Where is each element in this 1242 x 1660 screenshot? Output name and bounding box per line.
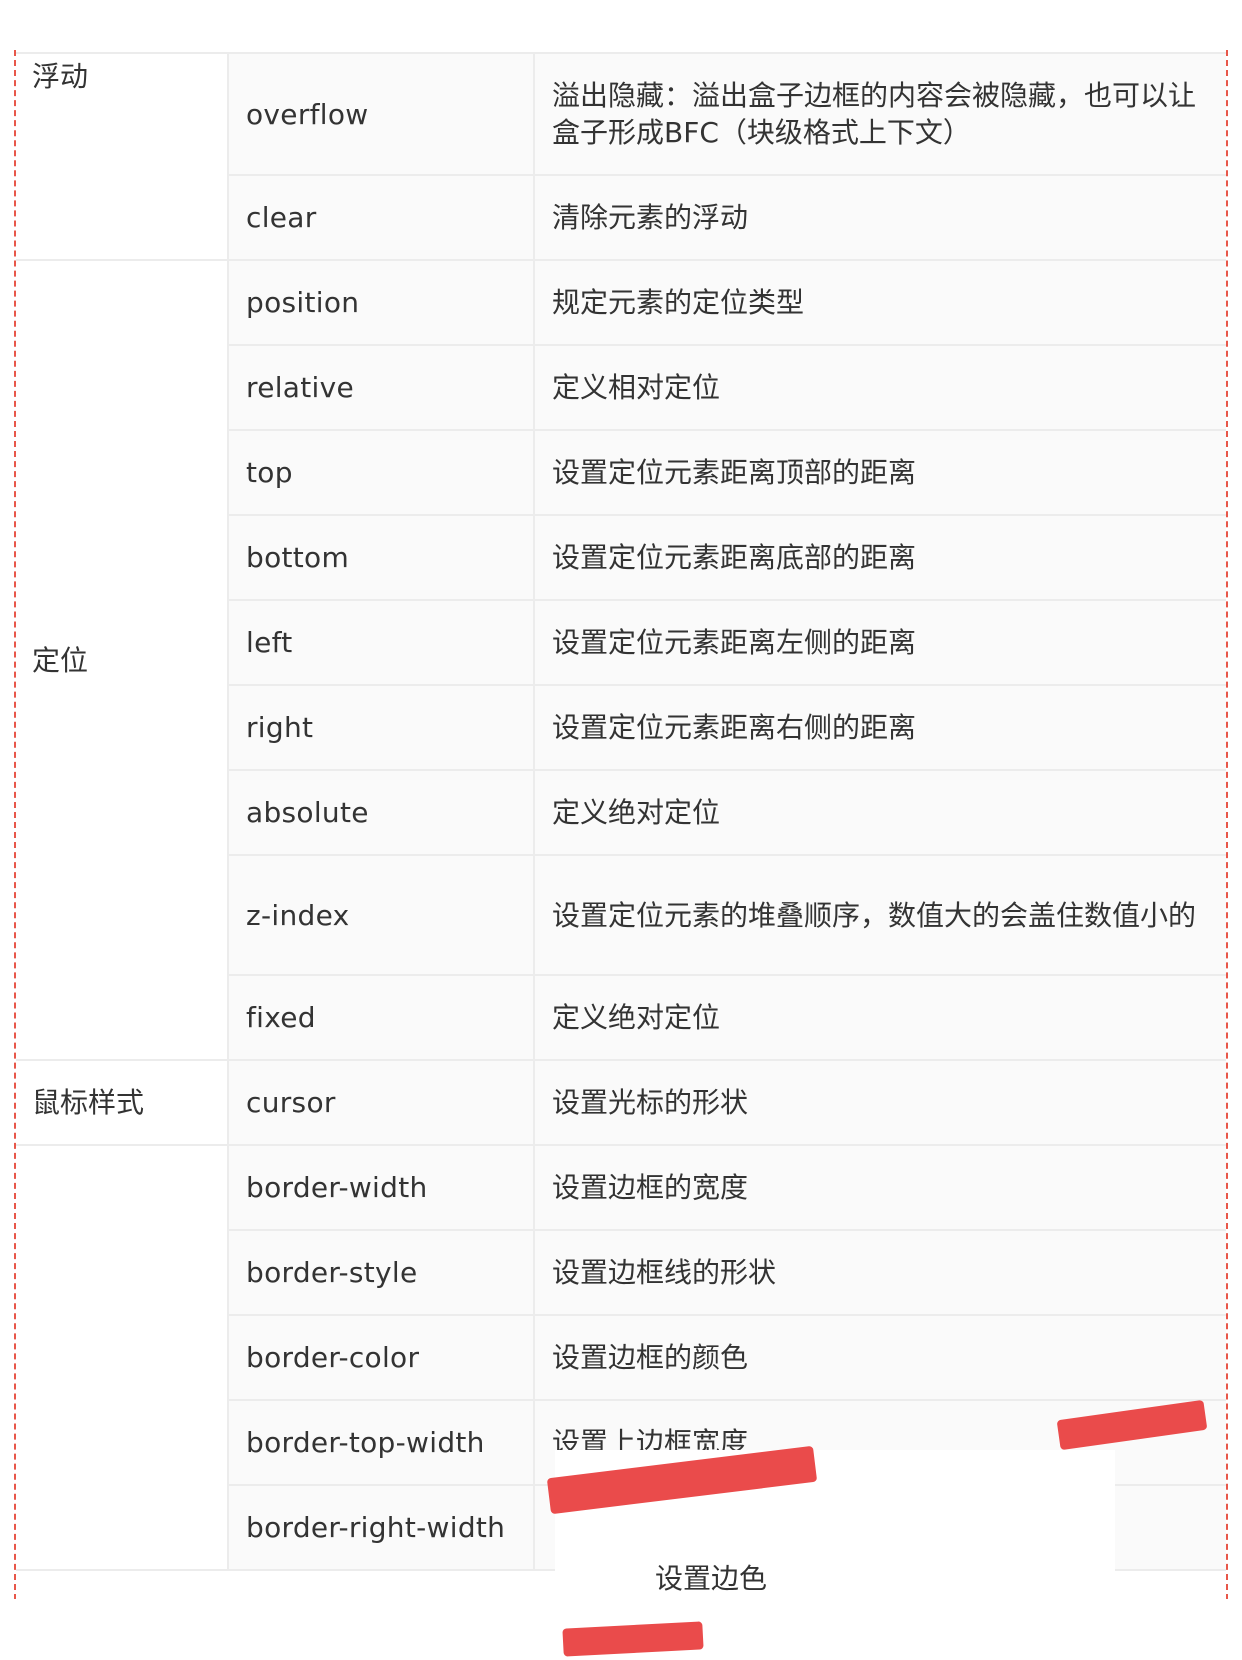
property-cell: border-top-width — [227, 1399, 535, 1486]
description-cell: 设置光标的形状 — [533, 1059, 1226, 1146]
description-cell: 设置定位元素距离右侧的距离 — [533, 684, 1226, 771]
property-cell: overflow — [227, 52, 535, 176]
description-cell: 设置边框线的形状 — [533, 1229, 1226, 1316]
property-cell: left — [227, 599, 535, 686]
right-dashed-border — [1226, 50, 1228, 1600]
table-row: 浮动 overflow 溢出隐藏：溢出盒子边框的内容会被隐藏，也可以让盒子形成B… — [16, 52, 1226, 261]
category-cell: 浮动 — [16, 52, 229, 261]
property-cell: border-color — [227, 1314, 535, 1401]
description-cell: 定义绝对定位 — [533, 769, 1226, 856]
overlay-caption: 设置边色 — [655, 1562, 768, 1595]
property-cell: absolute — [227, 769, 535, 856]
property-cell: bottom — [227, 514, 535, 601]
description-cell: 定义绝对定位 — [533, 974, 1226, 1061]
property-cell: position — [227, 259, 535, 346]
document-page: 浮动 overflow 溢出隐藏：溢出盒子边框的内容会被隐藏，也可以让盒子形成B… — [0, 0, 1242, 1660]
table-row: 定位 position 规定元素的定位类型 — [16, 259, 1226, 1061]
property-cell: top — [227, 429, 535, 516]
description-cell: 溢出隐藏：溢出盒子边框的内容会被隐藏，也可以让盒子形成BFC（块级格式上下文） — [533, 52, 1226, 176]
table-row: 鼠标样式 cursor 设置光标的形状 — [16, 1059, 1226, 1146]
property-cell: right — [227, 684, 535, 771]
property-cell: border-width — [227, 1144, 535, 1231]
description-cell: 清除元素的浮动 — [533, 174, 1226, 261]
category-cell — [16, 1144, 229, 1571]
property-cell: clear — [227, 174, 535, 261]
property-cell: border-style — [227, 1229, 535, 1316]
property-cell: z-index — [227, 854, 535, 976]
property-cell: border-right-width — [227, 1484, 535, 1571]
property-cell: fixed — [227, 974, 535, 1061]
category-cell: 定位 — [16, 259, 229, 1061]
property-cell: cursor — [227, 1059, 535, 1146]
table-row: border-width 设置边框的宽度 — [16, 1144, 1226, 1571]
description-cell: 设置定位元素距离左侧的距离 — [533, 599, 1226, 686]
category-cell: 鼠标样式 — [16, 1059, 229, 1146]
description-cell: 定义相对定位 — [533, 344, 1226, 431]
description-cell: 设置定位元素距离顶部的距离 — [533, 429, 1226, 516]
css-properties-table: 浮动 overflow 溢出隐藏：溢出盒子边框的内容会被隐藏，也可以让盒子形成B… — [16, 52, 1226, 1571]
description-cell: 设置定位元素的堆叠顺序，数值大的会盖住数值小的 — [533, 854, 1226, 976]
description-cell: 设置边框的颜色 — [533, 1314, 1226, 1401]
description-cell: 设置边框的宽度 — [533, 1144, 1226, 1231]
property-cell: relative — [227, 344, 535, 431]
description-cell: 规定元素的定位类型 — [533, 259, 1226, 346]
description-cell: 设置定位元素距离底部的距离 — [533, 514, 1226, 601]
